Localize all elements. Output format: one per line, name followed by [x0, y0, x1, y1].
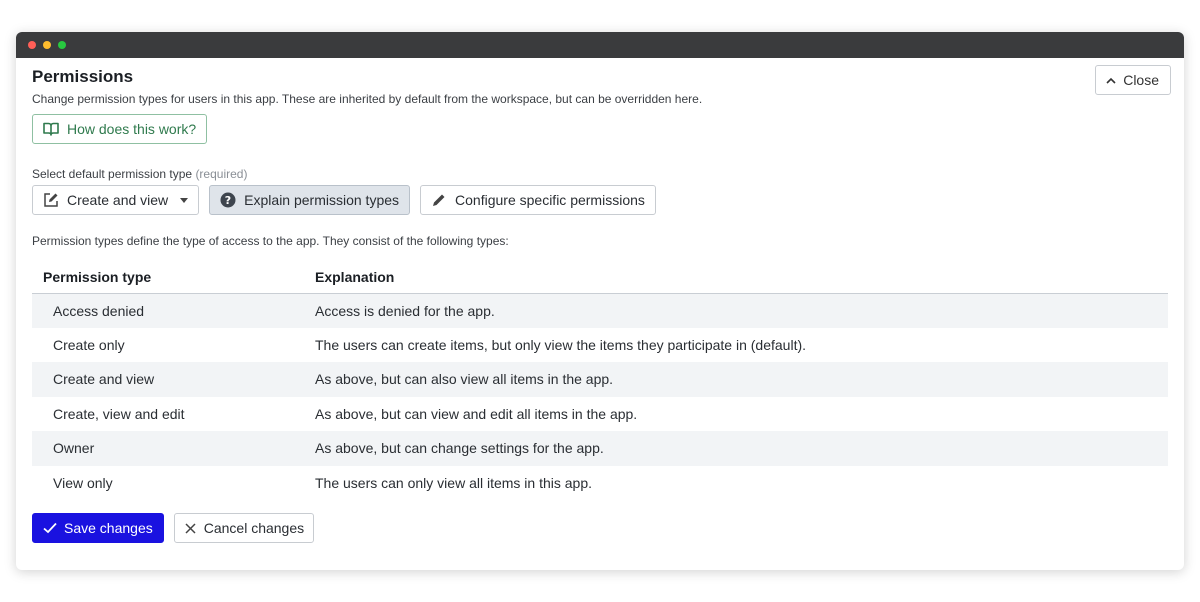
table-row: View only The users can only view all it…: [32, 466, 1168, 501]
cancel-changes-button[interactable]: Cancel changes: [173, 513, 315, 543]
permission-type-cell: Create, view and edit: [53, 405, 185, 422]
chevron-up-icon: [1106, 77, 1116, 84]
permission-type-cell: Create only: [53, 336, 125, 353]
permission-controls: Create and view ? Explain permission typ…: [32, 185, 1168, 215]
page-description: Change permission types for users in thi…: [32, 92, 703, 106]
how-does-this-work-label: How does this work?: [67, 121, 197, 137]
permission-type-cell: Owner: [32, 431, 315, 466]
permission-type-cell: Create and view: [32, 362, 315, 397]
column-header-permission-type: Permission type: [32, 261, 315, 294]
close-button-label: Close: [1123, 72, 1159, 88]
explanation-cell: As above, but can also view all items in…: [315, 362, 1168, 397]
how-does-this-work-button[interactable]: How does this work?: [32, 114, 208, 144]
page-title: Permissions: [32, 67, 134, 86]
permission-types-intro: Permission types define the type of acce…: [32, 234, 509, 248]
explanation-cell: As above, but can view and edit all item…: [315, 405, 638, 422]
permission-type-cell: Access denied: [32, 293, 315, 328]
save-changes-button[interactable]: Save changes: [32, 513, 164, 543]
default-permission-label-text: Select default permission type: [32, 167, 193, 181]
window-maximize-dot[interactable]: [58, 41, 66, 49]
default-permission-value: Create and view: [67, 192, 169, 208]
window-close-dot[interactable]: [28, 41, 36, 49]
permissions-panel: Permissions Close Change permission type…: [16, 58, 1184, 543]
table-row: Owner As above, but can change settings …: [32, 431, 1168, 466]
explain-permission-types-button[interactable]: ? Explain permission types: [209, 185, 411, 215]
check-icon: [43, 522, 57, 534]
explanation-cell: The users can create items, but only vie…: [315, 336, 807, 353]
table-row: Create only The users can create items, …: [32, 328, 1168, 363]
form-actions: Save changes Cancel changes: [32, 513, 1168, 543]
table-row: Create and view As above, but can also v…: [32, 362, 1168, 397]
cancel-changes-label: Cancel changes: [203, 520, 305, 536]
explanation-cell: As above, but can change settings for th…: [315, 431, 1168, 466]
explain-permission-types-label: Explain permission types: [244, 192, 400, 208]
x-icon: [185, 522, 196, 534]
table-row: Access denied Access is denied for the a…: [32, 293, 1168, 328]
close-button[interactable]: Close: [1095, 65, 1171, 95]
svg-text:?: ?: [225, 194, 231, 207]
question-circle-icon: ?: [220, 192, 236, 208]
window-minimize-dot[interactable]: [43, 41, 51, 49]
pencil-icon: [431, 192, 447, 208]
table-row: Create, view and edit As above, but can …: [32, 397, 1168, 432]
save-changes-label: Save changes: [64, 520, 153, 536]
explanation-cell: The users can only view all items in thi…: [315, 474, 593, 491]
permission-types-table: Permission type Explanation Access denie…: [32, 261, 1168, 500]
dropdown-caret-icon: [180, 197, 189, 203]
book-open-icon: [43, 122, 59, 136]
permission-type-cell: View only: [53, 474, 113, 491]
configure-specific-permissions-label: Configure specific permissions: [455, 192, 645, 208]
column-header-explanation: Explanation: [315, 261, 1168, 294]
default-permission-label: Select default permission type (required…: [32, 167, 1168, 182]
edit-square-icon: [43, 192, 59, 208]
permissions-window: Permissions Close Change permission type…: [16, 32, 1184, 570]
required-indicator: (required): [195, 167, 248, 181]
configure-specific-permissions-button[interactable]: Configure specific permissions: [420, 185, 656, 215]
window-titlebar: [16, 32, 1184, 58]
default-permission-dropdown[interactable]: Create and view: [32, 185, 200, 215]
explanation-cell: Access is denied for the app.: [315, 293, 1168, 328]
table-header-row: Permission type Explanation: [32, 261, 1168, 294]
